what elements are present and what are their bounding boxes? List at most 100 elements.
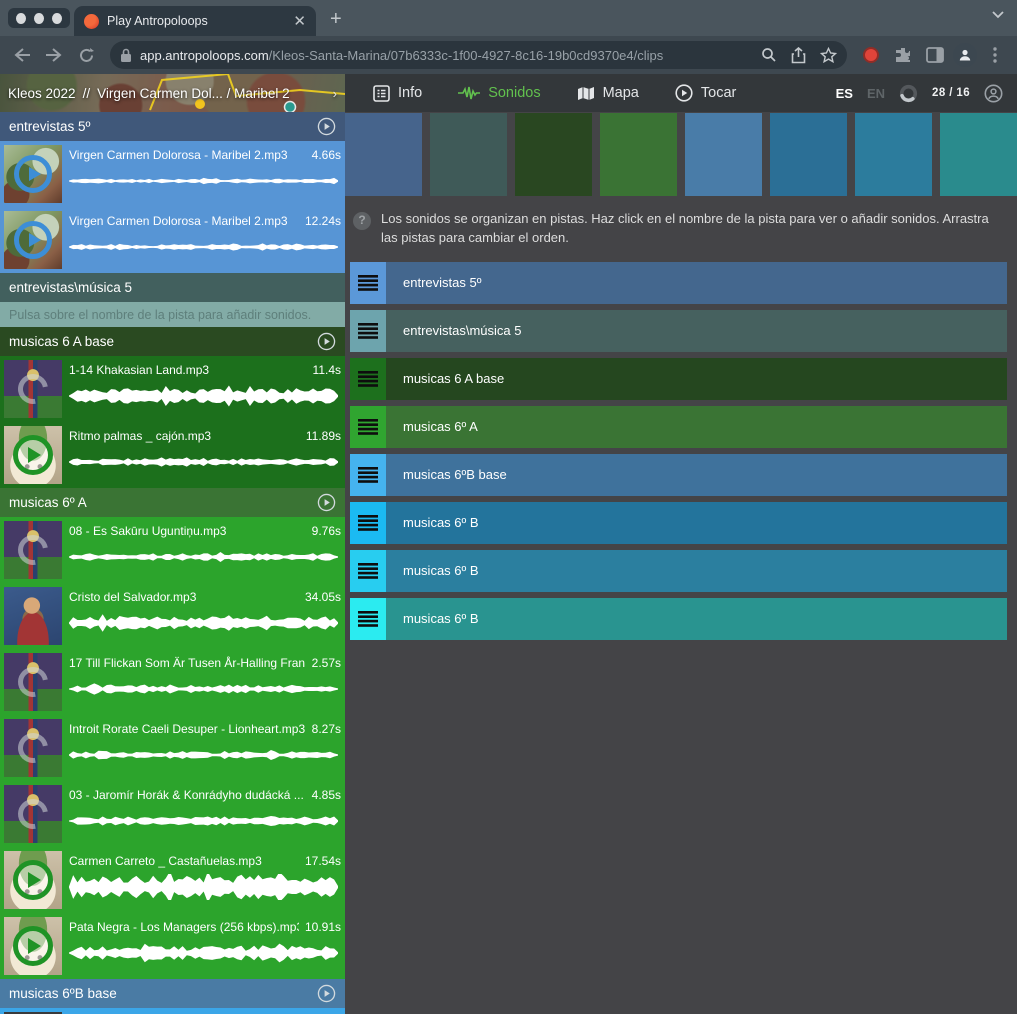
map-breadcrumb-banner[interactable]: Kleos 2022 // Virgen Carmen Dol... / Mar… bbox=[0, 74, 345, 112]
clip-thumbnail[interactable] bbox=[4, 211, 62, 269]
play-track-button[interactable] bbox=[317, 493, 336, 512]
track-bar[interactable]: musicas 6º B bbox=[386, 502, 1007, 544]
clip-thumbnail[interactable] bbox=[4, 653, 62, 711]
new-tab-button[interactable]: + bbox=[330, 8, 342, 31]
reload-button[interactable] bbox=[72, 41, 100, 69]
track-drag-handle[interactable] bbox=[350, 550, 386, 592]
clip-item[interactable]: Introit Rorate Caeli Desuper - Lionheart… bbox=[0, 715, 345, 781]
clip-thumbnail[interactable] bbox=[4, 851, 62, 909]
play-track-button[interactable] bbox=[317, 332, 336, 351]
track-drag-handle[interactable] bbox=[350, 454, 386, 496]
back-button[interactable] bbox=[8, 41, 36, 69]
clip-item[interactable]: 08 - Es Sakūru Uguntiņu.mp3 9.76s bbox=[0, 517, 345, 583]
clip-item[interactable]: BASE Pata Negra - Los Managers 3.77s bbox=[0, 1008, 345, 1014]
breadcrumb-project[interactable]: Kleos 2022 bbox=[8, 86, 76, 101]
clip-item[interactable]: Cristo del Salvador.mp3 34.05s bbox=[0, 583, 345, 649]
window-controls[interactable] bbox=[8, 8, 70, 28]
clip-thumbnail[interactable] bbox=[4, 145, 62, 203]
clip-item[interactable]: Virgen Carmen Dolorosa - Maribel 2.mp3 1… bbox=[0, 207, 345, 273]
track-row[interactable]: musicas 6 A base bbox=[350, 358, 1007, 400]
track-drag-handle[interactable] bbox=[350, 358, 386, 400]
clip-thumbnail[interactable] bbox=[4, 719, 62, 777]
nav-tab-sonidos[interactable]: Sonidos bbox=[444, 85, 554, 101]
track-drag-handle[interactable] bbox=[350, 310, 386, 352]
tab-search-chevron-icon[interactable] bbox=[991, 10, 1005, 20]
clip-item[interactable]: 1-14 Khakasian Land.mp3 11.4s bbox=[0, 356, 345, 422]
window-minimize-button[interactable] bbox=[34, 13, 44, 24]
clip-thumbnail[interactable] bbox=[4, 587, 62, 645]
url-bar[interactable]: app.antropoloops.com/Kleos-Santa-Marina/… bbox=[110, 41, 847, 69]
side-panel-icon[interactable] bbox=[921, 41, 949, 69]
track-drag-handle[interactable] bbox=[350, 406, 386, 448]
track-row[interactable]: musicas 6º B bbox=[350, 598, 1007, 640]
extensions-puzzle-icon[interactable] bbox=[889, 41, 917, 69]
url-text[interactable]: app.antropoloops.com/Kleos-Santa-Marina/… bbox=[140, 48, 753, 63]
nav-tab-tocar[interactable]: Tocar bbox=[661, 84, 750, 102]
browser-tab[interactable]: Play Antropoloops ✕ bbox=[74, 6, 316, 36]
clip-item[interactable]: Ritmo palmas _ cajón.mp3 11.89s bbox=[0, 422, 345, 488]
track-label: musicas 6º B bbox=[403, 515, 479, 530]
track-drag-handle[interactable] bbox=[350, 502, 386, 544]
play-track-button[interactable] bbox=[317, 984, 336, 1003]
track-row[interactable]: musicas 6ºB base bbox=[350, 454, 1007, 496]
track-bar[interactable]: musicas 6ºB base bbox=[386, 454, 1007, 496]
track-row[interactable]: musicas 6º B bbox=[350, 502, 1007, 544]
tab-close-icon[interactable]: ✕ bbox=[293, 14, 306, 29]
nav-tab-mapa[interactable]: Mapa bbox=[563, 85, 653, 101]
track-drag-handle[interactable] bbox=[350, 262, 386, 304]
track-bar[interactable]: musicas 6º B bbox=[386, 598, 1007, 640]
clip-title: Carmen Carreto _ Castañuelas.mp3 bbox=[69, 854, 299, 868]
track-clips-list: 1-14 Khakasian Land.mp3 11.4s Ritmo palm… bbox=[0, 356, 345, 488]
track-row[interactable]: musicas 6º B bbox=[350, 550, 1007, 592]
account-icon[interactable] bbox=[984, 84, 1003, 103]
track-row[interactable]: entrevistas 5º bbox=[350, 262, 1007, 304]
track-bar[interactable]: entrevistas\música 5 bbox=[386, 310, 1007, 352]
clip-item[interactable]: Virgen Carmen Dolorosa - Maribel 2.mp3 4… bbox=[0, 141, 345, 207]
clip-item[interactable]: 17 Till Flickan Som Är Tusen År-Halling … bbox=[0, 649, 345, 715]
nav-label-tocar: Tocar bbox=[701, 85, 736, 101]
track-section-header[interactable]: entrevistas 5º bbox=[0, 112, 345, 141]
track-bar[interactable]: musicas 6 A base bbox=[386, 358, 1007, 400]
clip-item[interactable]: Carmen Carreto _ Castañuelas.mp3 17.54s bbox=[0, 847, 345, 913]
share-icon[interactable] bbox=[791, 47, 806, 64]
track-section-header[interactable]: entrevistas\música 5 bbox=[0, 273, 345, 302]
nav-tab-info[interactable]: Info bbox=[359, 85, 436, 102]
info-icon bbox=[373, 85, 390, 102]
sidebar-track-section: entrevistas\música 5 Pulsa sobre el nomb… bbox=[0, 273, 345, 327]
track-bar[interactable]: musicas 6º B bbox=[386, 550, 1007, 592]
track-section-header[interactable]: musicas 6ºB base bbox=[0, 979, 345, 1008]
track-row[interactable]: musicas 6º A bbox=[350, 406, 1007, 448]
zoom-page-icon[interactable] bbox=[761, 47, 777, 63]
track-drag-handle[interactable] bbox=[350, 598, 386, 640]
play-track-button[interactable] bbox=[317, 117, 336, 136]
forward-button[interactable] bbox=[40, 41, 68, 69]
clip-title: Cristo del Salvador.mp3 bbox=[69, 590, 299, 604]
clip-duration: 11.4s bbox=[313, 363, 341, 377]
track-section-header[interactable]: musicas 6 A base bbox=[0, 327, 345, 356]
window-zoom-button[interactable] bbox=[52, 13, 62, 24]
window-close-button[interactable] bbox=[16, 13, 26, 24]
clip-thumbnail[interactable] bbox=[4, 360, 62, 418]
lang-en-button[interactable]: EN bbox=[867, 86, 885, 101]
bookmark-star-icon[interactable] bbox=[820, 47, 837, 63]
track-row[interactable]: entrevistas\música 5 bbox=[350, 310, 1007, 352]
browser-menu-icon[interactable] bbox=[981, 41, 1009, 69]
url-host: app.antropoloops.com bbox=[140, 48, 269, 63]
track-bar[interactable]: entrevistas 5º bbox=[386, 262, 1007, 304]
clip-item[interactable]: Pata Negra - Los Managers (256 kbps).mp3… bbox=[0, 913, 345, 979]
record-extension-icon[interactable] bbox=[857, 41, 885, 69]
breadcrumb: Kleos 2022 // Virgen Carmen Dol... / Mar… bbox=[0, 74, 345, 112]
clip-thumbnail[interactable] bbox=[4, 426, 62, 484]
clip-thumbnail[interactable] bbox=[4, 521, 62, 579]
clip-thumbnail[interactable] bbox=[4, 917, 62, 975]
breadcrumb-path[interactable]: Virgen Carmen Dol... / Maribel 2 bbox=[97, 86, 290, 101]
track-section-title: entrevistas 5º bbox=[9, 119, 90, 134]
track-section-header[interactable]: musicas 6º A bbox=[0, 488, 345, 517]
lang-es-button[interactable]: ES bbox=[836, 86, 853, 101]
track-bar[interactable]: musicas 6º A bbox=[386, 406, 1007, 448]
profile-avatar[interactable] bbox=[953, 43, 977, 67]
clip-title: 03 - Jaromír Horák & Konrádyho dudácká .… bbox=[69, 788, 306, 802]
lock-icon[interactable] bbox=[120, 48, 132, 63]
clip-thumbnail[interactable] bbox=[4, 785, 62, 843]
clip-item[interactable]: 03 - Jaromír Horák & Konrádyho dudácká .… bbox=[0, 781, 345, 847]
